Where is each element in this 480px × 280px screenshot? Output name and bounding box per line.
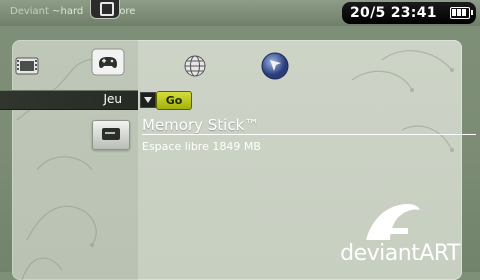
memory-stick-title[interactable]: Memory Stick™ bbox=[142, 116, 259, 134]
deviantart-wordmark: deviantART bbox=[340, 241, 460, 266]
theme-prefix: Deviant bbox=[10, 6, 49, 17]
network-icon[interactable] bbox=[178, 52, 212, 80]
psn-icon[interactable] bbox=[258, 52, 292, 80]
game-icon[interactable] bbox=[91, 48, 125, 76]
top-center-icon[interactable] bbox=[90, 0, 120, 19]
theme-suffix-2: ore bbox=[119, 6, 136, 17]
deviantart-logo-icon bbox=[366, 204, 420, 240]
clock: 20/5 23:41 bbox=[350, 5, 437, 21]
memory-stick-icon[interactable] bbox=[92, 120, 130, 150]
category-selector-label: Jeu bbox=[103, 92, 122, 106]
top-bar: Deviant ~hard ore 20/5 23:41 bbox=[0, 0, 480, 26]
theme-suffix: ~hard bbox=[52, 6, 84, 17]
dropdown-arrow-icon[interactable] bbox=[140, 92, 156, 108]
video-icon[interactable] bbox=[10, 52, 44, 80]
battery-icon bbox=[450, 7, 473, 19]
free-space-label: Espace libre 1849 MB bbox=[142, 140, 261, 153]
deviantart-logo: deviantART bbox=[320, 202, 460, 266]
status-bar: 20/5 23:41 bbox=[342, 2, 476, 24]
category-selector[interactable]: Jeu bbox=[0, 90, 138, 110]
memory-stick-divider bbox=[142, 134, 476, 135]
go-button[interactable]: Go bbox=[156, 91, 192, 110]
